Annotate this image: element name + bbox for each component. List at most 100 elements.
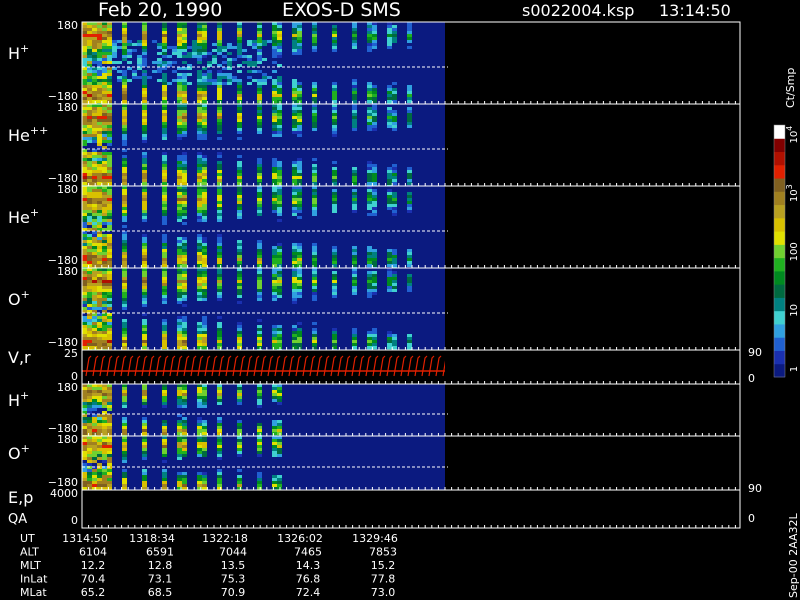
heatmap-cell xyxy=(117,40,122,43)
heatmap-cell xyxy=(237,70,242,73)
heatmap-cell xyxy=(272,100,277,103)
heatmap-cell xyxy=(92,346,97,349)
heatmap-cell xyxy=(352,340,357,343)
heatmap-cell xyxy=(407,34,412,37)
heatmap-cell xyxy=(367,195,372,198)
heatmap-cell xyxy=(177,402,182,405)
heatmap-cell xyxy=(92,46,97,49)
heatmap-cell xyxy=(107,122,112,125)
heatmap-cell xyxy=(197,189,202,192)
heatmap-cell xyxy=(217,298,222,301)
heatmap-cell xyxy=(92,173,97,176)
heatmap-cell xyxy=(407,125,412,128)
heatmap-cell xyxy=(197,334,202,337)
heatmap-cell xyxy=(312,34,317,37)
heatmap-cell xyxy=(142,88,147,91)
heatmap-cell xyxy=(217,237,222,240)
heatmap-cell xyxy=(197,237,202,240)
heatmap-cell xyxy=(312,97,317,100)
heatmap-cell xyxy=(162,46,167,49)
heatmap-cell xyxy=(177,325,182,328)
heatmap-cell xyxy=(87,28,92,31)
heatmap-cell xyxy=(372,97,377,100)
heatmap-cell xyxy=(177,240,182,243)
heatmap-cell xyxy=(122,122,127,125)
heatmap-cell xyxy=(277,207,282,210)
heatmap-cell xyxy=(292,94,297,97)
heatmap-cell xyxy=(272,25,277,28)
heatmap-cell xyxy=(202,237,207,240)
heatmap-cell xyxy=(142,137,147,140)
heatmap-cell xyxy=(202,261,207,264)
heatmap-cell xyxy=(332,122,337,125)
heatmap-cell xyxy=(87,448,92,451)
heatmap-cell xyxy=(92,25,97,28)
heatmap-cell xyxy=(92,484,97,487)
heatmap-cell xyxy=(182,343,187,346)
heatmap-cell xyxy=(82,152,87,155)
heatmap-cell xyxy=(162,40,167,43)
heatmap-cell xyxy=(182,439,187,442)
heatmap-cell xyxy=(177,423,182,426)
heatmap-cell xyxy=(267,76,272,79)
heatmap-cell xyxy=(312,286,317,289)
heatmap-cell xyxy=(87,277,92,280)
heatmap-cell xyxy=(82,176,87,179)
heatmap-cell xyxy=(122,417,127,420)
heatmap-cell xyxy=(407,119,412,122)
heatmap-cell xyxy=(197,442,202,445)
heatmap-cell xyxy=(177,484,182,487)
colorbar-swatch xyxy=(774,125,785,139)
heatmap-cell xyxy=(257,37,262,40)
heatmap-cell xyxy=(217,240,222,243)
heatmap-cell xyxy=(97,246,102,249)
heatmap-cell xyxy=(272,343,277,346)
heatmap-cell xyxy=(142,34,147,37)
heatmap-cell xyxy=(87,116,92,119)
heatmap-cell xyxy=(122,79,127,82)
heatmap-cell xyxy=(107,451,112,454)
heatmap-cell xyxy=(117,46,122,49)
heatmap-cell xyxy=(202,475,207,478)
heatmap-cell xyxy=(102,469,107,472)
heatmap-cell xyxy=(297,34,302,37)
heatmap-cell xyxy=(217,271,222,274)
heatmap-cell xyxy=(107,170,112,173)
heatmap-cell xyxy=(107,432,112,435)
heatmap-cell xyxy=(87,79,92,82)
heatmap-cell xyxy=(92,176,97,179)
heatmap-cell xyxy=(122,454,127,457)
heatmap-cell xyxy=(217,337,222,340)
heatmap-cell xyxy=(87,234,92,237)
heatmap-cell xyxy=(392,192,397,195)
heatmap-cell xyxy=(237,439,242,442)
heatmap-cell xyxy=(312,298,317,301)
heatmap-cell xyxy=(197,164,202,167)
heatmap-cell xyxy=(407,122,412,125)
heatmap-cell xyxy=(102,128,107,131)
heatmap-cell xyxy=(202,264,207,267)
heatmap-cell xyxy=(182,73,187,76)
heatmap-cell xyxy=(312,179,317,182)
heatmap-cell xyxy=(122,119,127,122)
heatmap-cell xyxy=(297,207,302,210)
heatmap-cell xyxy=(277,195,282,198)
heatmap-cell xyxy=(162,249,167,252)
heatmap-cell xyxy=(102,277,107,280)
heatmap-cell xyxy=(367,340,372,343)
heatmap-cell xyxy=(372,328,377,331)
heatmap-cell xyxy=(142,280,147,283)
heatmap-cell xyxy=(102,393,107,396)
heatmap-cell xyxy=(122,399,127,402)
heatmap-cell xyxy=(217,161,222,164)
heatmap-cell xyxy=(82,210,87,213)
heatmap-cell xyxy=(202,292,207,295)
heatmap-cell xyxy=(87,192,92,195)
heatmap-cell xyxy=(387,91,392,94)
heatmap-cell xyxy=(177,170,182,173)
heatmap-cell xyxy=(142,448,147,451)
heatmap-cell xyxy=(277,331,282,334)
heatmap-cell xyxy=(207,76,212,79)
heatmap-cell xyxy=(292,198,297,201)
heatmap-cell xyxy=(257,128,262,131)
